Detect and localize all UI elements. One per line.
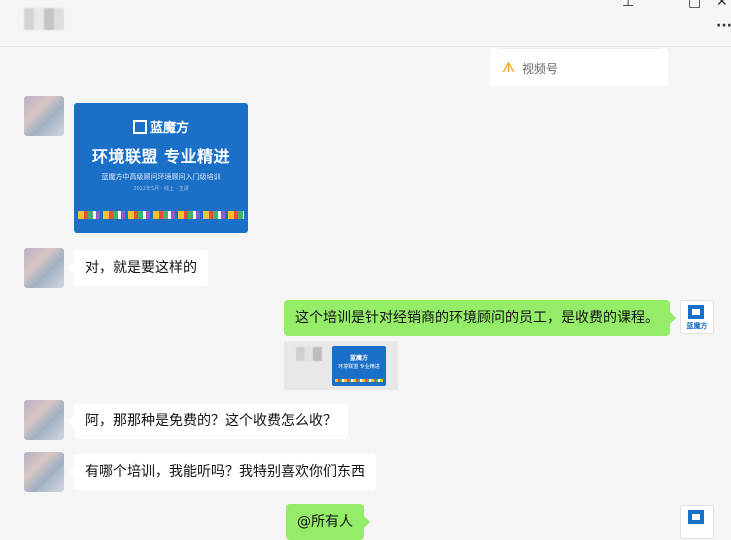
avatar[interactable] [24, 96, 64, 136]
message-bubble[interactable]: 这个培训是针对经销商的环境顾问的员工，是收费的课程。 [284, 300, 676, 336]
pixelated-text [296, 347, 322, 361]
message-bubble[interactable]: 阿，那那种是免费的？这个收费怎么收？ [68, 403, 348, 439]
self-avatar[interactable] [680, 505, 714, 539]
pin-icon[interactable]: ⊥ [622, 0, 634, 10]
close-icon[interactable]: ✕ [716, 0, 728, 10]
training-banner-image[interactable]: 蓝魔方 环境联盟 专业精进 蓝魔方中高级顾问环境顾问入门级培训 2022年5月 … [74, 103, 248, 233]
message-bubble[interactable]: @所有人 [286, 504, 370, 540]
banner-meta: 2022年5月 · 线上 · 主讲 [133, 186, 189, 192]
message-bubble[interactable]: 有哪个培训，我能听吗？我特别喜欢你们东西 [68, 454, 376, 490]
shared-image-card[interactable]: 蓝魔方 环境联盟 专业精进 [284, 341, 398, 390]
message-bubble[interactable]: 对，就是要这样的 [68, 250, 208, 286]
banner-color-stripe [78, 211, 244, 219]
banner-thumbnail: 蓝魔方 环境联盟 专业精进 [332, 346, 386, 386]
channels-label: 视频号 [522, 62, 559, 76]
banner-headline: 环境联盟 专业精进 [91, 147, 231, 166]
avatar[interactable] [24, 248, 64, 288]
banner-subtitle: 蓝魔方中高级顾问环境顾问入门级培训 [101, 173, 221, 181]
avatar[interactable] [24, 452, 64, 492]
more-options-icon[interactable]: ··· [716, 18, 731, 34]
channels-share-card[interactable]: ᗑ 视频号 [490, 48, 668, 86]
banner-brand: 蓝魔方 [74, 117, 248, 136]
maximize-icon[interactable]: □ [688, 0, 701, 10]
channels-icon: ᗑ [502, 60, 516, 76]
brand-logo-icon [688, 305, 704, 319]
card-divider [498, 48, 660, 49]
brand-logo-icon [688, 510, 704, 524]
brand-logo-icon [132, 120, 147, 134]
chat-title-bar: ⊥ □ ✕ ··· [0, 0, 731, 47]
avatar[interactable] [24, 400, 64, 440]
chat-title-pixelated [24, 8, 64, 30]
self-avatar[interactable]: 蓝魔方 [680, 300, 714, 334]
